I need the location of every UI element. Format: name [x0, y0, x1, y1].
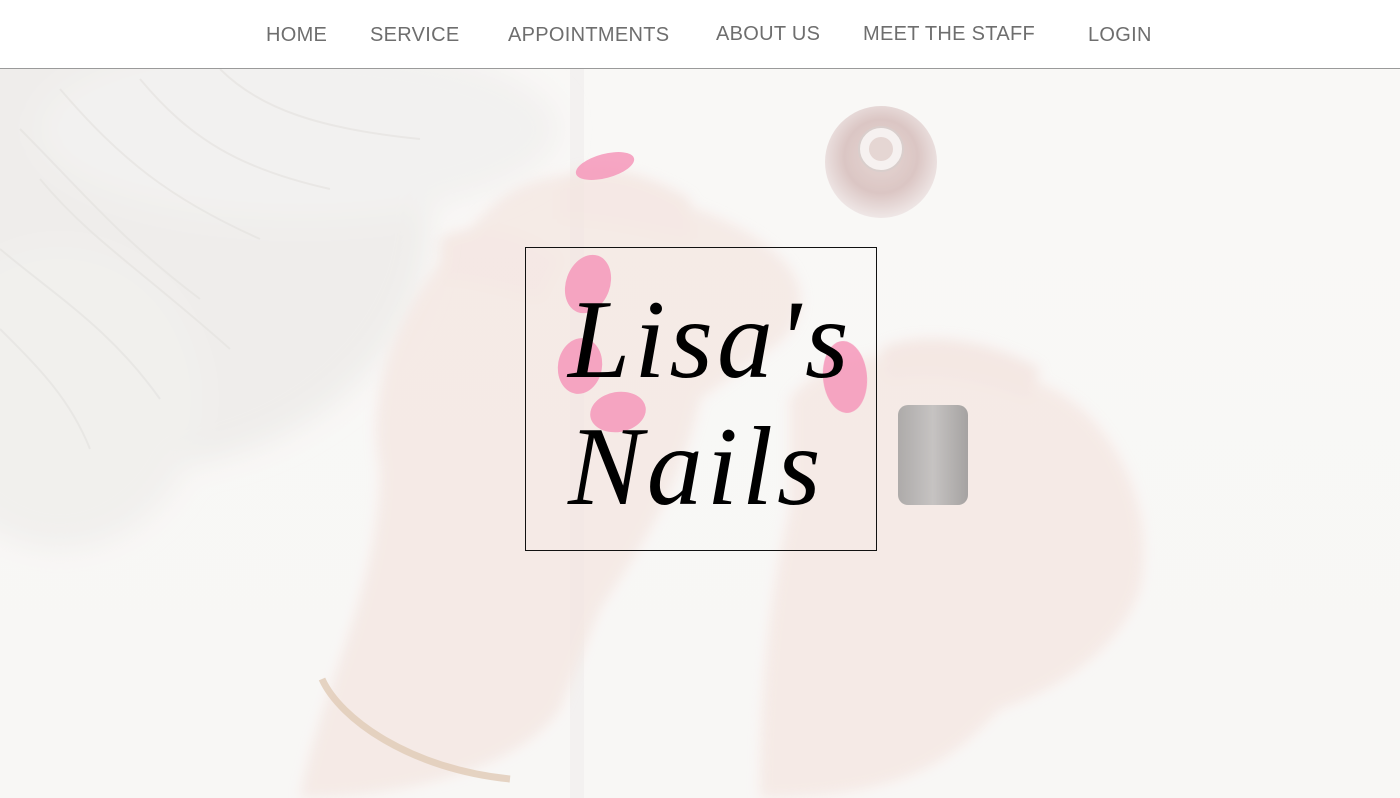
- nav-about-us-link[interactable]: ABOUT US: [716, 23, 820, 46]
- nav-appointments-link[interactable]: APPOINTMENTS: [508, 24, 669, 47]
- logo-text-line-1: Lisa's: [568, 278, 853, 402]
- nav-login-link[interactable]: LOGIN: [1088, 24, 1152, 47]
- nav-service-link[interactable]: SERVICE: [370, 24, 460, 47]
- logo-box: Lisa's Nails: [525, 247, 877, 551]
- nav-home-link[interactable]: HOME: [266, 24, 327, 47]
- top-navigation: HOME SERVICE APPOINTMENTS ABOUT US MEET …: [0, 0, 1400, 69]
- nav-meet-the-staff-link[interactable]: MEET THE STAFF: [863, 23, 1035, 46]
- page: HOME SERVICE APPOINTMENTS ABOUT US MEET …: [0, 0, 1400, 798]
- logo-text-line-2: Nails: [568, 405, 825, 529]
